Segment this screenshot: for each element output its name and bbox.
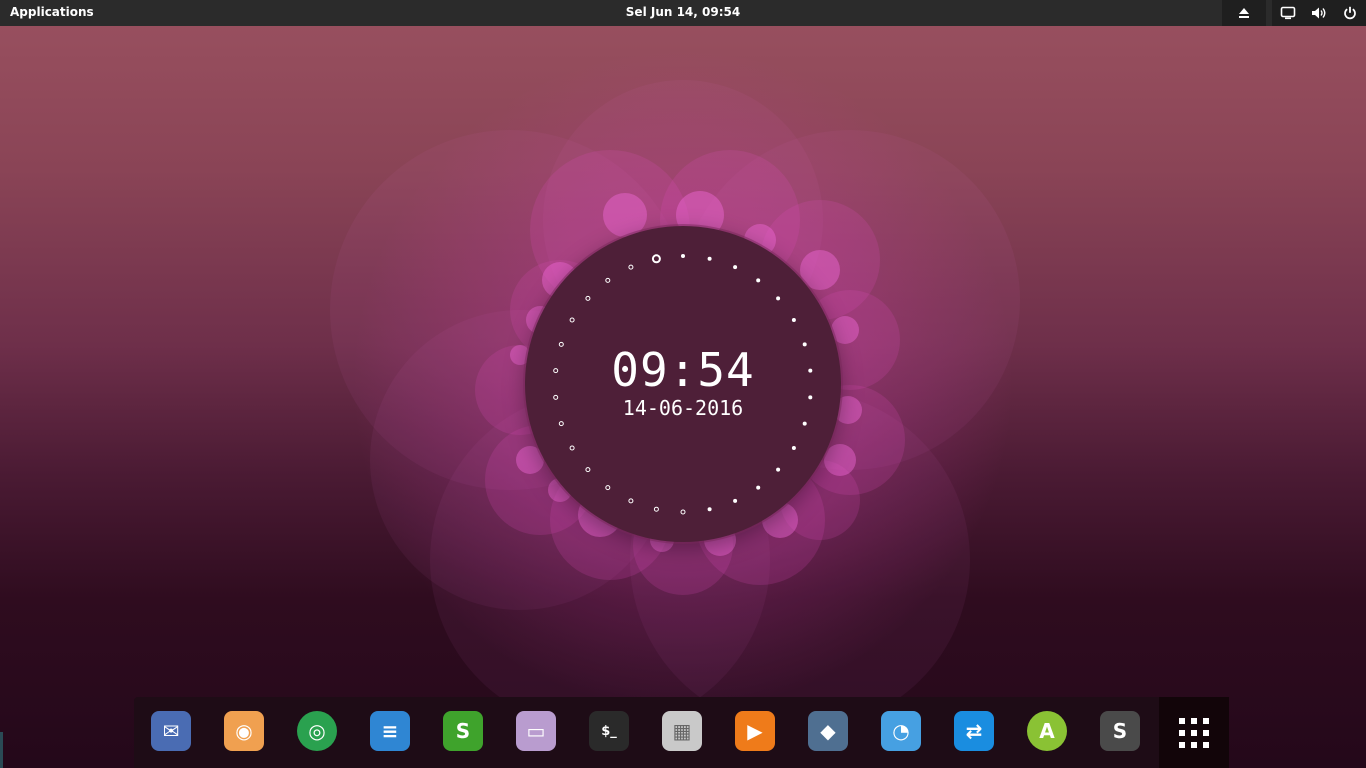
clock-time: 09:54	[611, 343, 755, 397]
dial-mark	[791, 318, 796, 322]
dial-mark	[776, 467, 781, 472]
firefox-icon[interactable]: ◉	[224, 711, 264, 751]
spreadsheet-icon[interactable]: S	[443, 711, 483, 751]
radio-icon[interactable]: ▦	[662, 711, 702, 751]
dock: ✉ ◉ ◎ ≡ S ▭ $_ ▦ ▶ ◆ ◔ ⇄ A S	[134, 697, 1229, 768]
app-grid-icon	[1179, 717, 1209, 748]
dial-mark	[802, 421, 807, 426]
dial-mark	[569, 317, 575, 323]
eject-icon[interactable]	[1236, 5, 1252, 21]
chrome-glyph: ◎	[308, 719, 326, 743]
writer-glyph: ≡	[381, 719, 399, 743]
system-tray	[1272, 0, 1366, 26]
postgres-icon[interactable]: ◆	[808, 711, 848, 751]
dial-mark	[791, 446, 796, 450]
power-icon[interactable]	[1342, 5, 1358, 21]
panel-clock[interactable]: Sel Jun 14, 09:54	[626, 5, 740, 19]
dial-mark	[605, 485, 611, 491]
cast-glyph: ◔	[892, 719, 910, 743]
dial-mark	[776, 296, 781, 301]
dial-mark	[628, 264, 634, 270]
dial-mark	[707, 256, 712, 261]
tray-eject-area	[1222, 0, 1266, 26]
media-player-glyph: ▶	[747, 719, 763, 743]
chrome-icon[interactable]: ◎	[297, 711, 337, 751]
applications-menu[interactable]: Applications	[10, 5, 94, 19]
clock-date: 14-06-2016	[622, 396, 744, 420]
panel-clock-container: Sel Jun 14, 09:54	[0, 5, 1366, 19]
android-studio-glyph: A	[1039, 719, 1055, 743]
dial-mark	[756, 278, 761, 283]
mail-app-glyph: ✉	[162, 719, 180, 743]
app-grid-button[interactable]	[1159, 697, 1229, 768]
terminal-icon[interactable]: $_	[589, 711, 629, 751]
teamviewer-icon[interactable]: ⇄	[954, 711, 994, 751]
dial-mark	[651, 254, 661, 264]
dial-mark	[733, 265, 738, 270]
teamviewer-glyph: ⇄	[965, 719, 983, 743]
left-edge-indicator	[0, 732, 3, 768]
display-icon[interactable]	[1280, 5, 1296, 21]
sublime-text-glyph: S	[1112, 719, 1128, 743]
cast-icon[interactable]: ◔	[881, 711, 921, 751]
top-panel: Applications Sel Jun 14, 09:54	[0, 0, 1366, 26]
radio-glyph: ▦	[672, 719, 692, 743]
mail-app-icon[interactable]: ✉	[151, 711, 191, 751]
clock-widget: 09:54 14-06-2016	[525, 226, 841, 542]
dial-mark	[628, 498, 634, 504]
terminal-glyph: $_	[601, 723, 617, 739]
dial-mark	[585, 467, 591, 473]
spreadsheet-glyph: S	[455, 719, 471, 743]
files-icon[interactable]: ▭	[516, 711, 556, 751]
android-studio-icon[interactable]: A	[1027, 711, 1067, 751]
dial-mark	[707, 507, 712, 512]
dial-mark	[681, 254, 685, 258]
media-player-icon[interactable]: ▶	[735, 711, 775, 751]
dial-mark	[756, 485, 761, 490]
dial-mark	[585, 295, 591, 301]
dial-mark	[605, 277, 611, 283]
dial-mark	[558, 421, 564, 427]
dial-mark	[680, 509, 686, 515]
writer-icon[interactable]: ≡	[370, 711, 410, 751]
sublime-text-icon[interactable]: S	[1100, 711, 1140, 751]
files-glyph: ▭	[526, 719, 546, 743]
dial-mark	[733, 498, 738, 503]
dial-mark	[569, 445, 575, 451]
firefox-glyph: ◉	[235, 719, 253, 743]
volume-icon[interactable]	[1311, 5, 1327, 21]
dial-mark	[653, 506, 659, 512]
postgres-glyph: ◆	[820, 719, 836, 743]
